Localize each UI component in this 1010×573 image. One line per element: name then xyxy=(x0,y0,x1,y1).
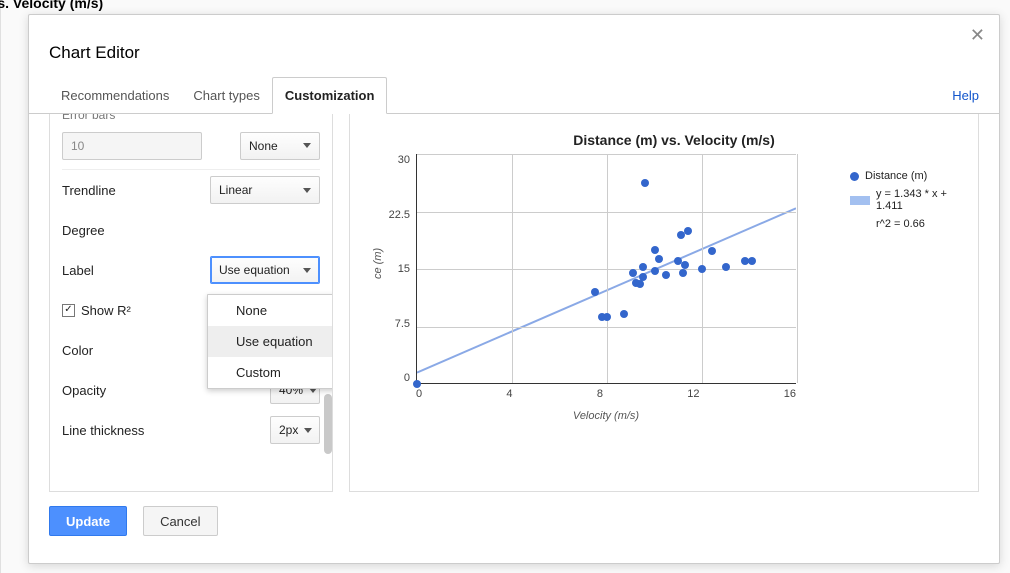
scrollbar-thumb[interactable] xyxy=(324,394,332,454)
dialog-title: Chart Editor xyxy=(29,15,999,77)
trendline-select[interactable]: Linear xyxy=(210,176,320,204)
errorbars-value-input: 10 xyxy=(62,132,202,160)
checkbox-icon: ✓ xyxy=(62,304,75,317)
tab-customization[interactable]: Customization xyxy=(272,77,388,114)
data-point xyxy=(698,265,706,273)
cancel-button[interactable]: Cancel xyxy=(143,506,217,536)
dropdown-item-use-equation[interactable]: Use equation xyxy=(208,326,333,357)
update-button[interactable]: Update xyxy=(49,506,127,536)
data-point xyxy=(603,313,611,321)
line-thickness-select[interactable]: 2px xyxy=(270,416,320,444)
show-r2-checkbox[interactable]: ✓ Show R² xyxy=(62,303,131,318)
line-thickness-label: Line thickness xyxy=(62,423,144,438)
data-point xyxy=(620,310,628,318)
opacity-label: Opacity xyxy=(62,383,106,398)
data-point xyxy=(641,179,649,187)
dropdown-item-none[interactable]: None xyxy=(208,295,333,326)
legend-trend-r2: r^2 = 0.66 xyxy=(876,218,925,230)
data-point xyxy=(639,263,647,271)
chart-preview-panel: Distance (m) vs. Velocity (m/s) ce (m) 3… xyxy=(349,114,979,492)
data-point xyxy=(679,269,687,277)
errorbars-label: Error bars xyxy=(62,114,320,122)
label-dropdown-menu: None Use equation Custom xyxy=(207,294,333,389)
chart-editor-dialog: ✕ Chart Editor Recommendations Chart typ… xyxy=(28,14,1000,564)
color-label: Color xyxy=(62,343,93,358)
data-point xyxy=(651,246,659,254)
legend-trend-eq: y = 1.343 * x + 1.411 xyxy=(876,188,960,212)
x-axis-ticks: 0481216 xyxy=(416,388,796,400)
chevron-down-icon xyxy=(303,268,311,273)
data-point xyxy=(413,380,421,388)
data-point xyxy=(722,263,730,271)
help-link[interactable]: Help xyxy=(952,78,979,113)
data-point xyxy=(639,273,647,281)
data-point xyxy=(684,227,692,235)
chevron-down-icon xyxy=(303,143,311,148)
label-field-label: Label xyxy=(62,263,94,278)
dialog-footer: Update Cancel xyxy=(29,492,999,550)
data-point xyxy=(591,288,599,296)
tab-chart-types[interactable]: Chart types xyxy=(181,78,271,113)
data-point xyxy=(662,271,670,279)
trendline-value: Linear xyxy=(219,183,252,197)
data-point xyxy=(629,269,637,277)
legend-trend-line-icon xyxy=(850,196,870,205)
degree-label: Degree xyxy=(62,223,105,238)
data-point xyxy=(651,267,659,275)
y-axis-clipped-label: ce (m) xyxy=(372,248,384,279)
x-axis-title: Velocity (m/s) xyxy=(416,410,796,422)
label-select[interactable]: Use equation xyxy=(210,256,320,284)
label-select-value: Use equation xyxy=(219,263,290,277)
tab-bar: Recommendations Chart types Customizatio… xyxy=(29,77,999,114)
y-axis-ticks: 3022.5157.50 xyxy=(364,154,410,384)
chart-legend: Distance (m) y = 1.343 * x + 1.411 r^2 =… xyxy=(850,170,960,236)
data-point xyxy=(748,257,756,265)
tab-recommendations[interactable]: Recommendations xyxy=(49,78,181,113)
legend-series-dot-icon xyxy=(850,172,859,181)
chevron-down-icon xyxy=(303,188,311,193)
data-point xyxy=(636,280,644,288)
trendline-label: Trendline xyxy=(62,183,116,198)
errorbars-type-value: None xyxy=(249,139,278,153)
data-point xyxy=(681,261,689,269)
show-r2-label: Show R² xyxy=(81,303,131,318)
line-thickness-value: 2px xyxy=(279,423,298,437)
data-point xyxy=(708,247,716,255)
errorbars-type-select[interactable]: None xyxy=(240,132,320,160)
close-icon[interactable]: ✕ xyxy=(970,25,985,46)
scatter-plot xyxy=(416,154,796,384)
page-title-fragment: ) vs. Velocity (m/s) xyxy=(0,0,103,11)
chart-title: Distance (m) vs. Velocity (m/s) xyxy=(384,132,964,148)
data-point xyxy=(655,255,663,263)
legend-series-label: Distance (m) xyxy=(865,170,927,182)
chevron-down-icon xyxy=(304,428,312,433)
dropdown-item-custom[interactable]: Custom xyxy=(208,357,333,388)
customization-settings-panel: Error bars 10 None Trendline Linear xyxy=(49,114,333,492)
